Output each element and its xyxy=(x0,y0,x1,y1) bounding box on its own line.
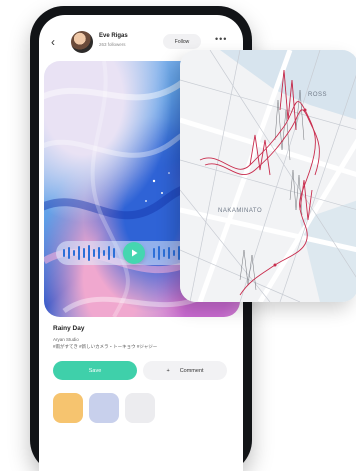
play-icon xyxy=(132,249,138,257)
comment-label: Comment xyxy=(179,367,204,374)
thumbnail-yellow[interactable] xyxy=(53,393,83,423)
chevron-left-icon[interactable]: ‹ xyxy=(51,35,55,49)
author-subtitle: 263 followers xyxy=(99,42,126,47)
plus-icon: + xyxy=(166,367,170,374)
map-canvas[interactable] xyxy=(180,50,356,302)
save-button[interactable]: Save xyxy=(53,361,137,380)
more-horizontal-icon[interactable]: ••• xyxy=(215,34,227,44)
author-name[interactable]: Eve Rigas xyxy=(99,33,128,39)
thumbnail-lavender[interactable] xyxy=(89,393,119,423)
comment-button[interactable]: + Comment xyxy=(143,361,227,380)
track-title: Rainy Day xyxy=(53,325,85,332)
map-card[interactable]: ROSS NAKAMINATO xyxy=(180,50,356,302)
play-button[interactable] xyxy=(123,242,145,264)
stage: ‹ Eve Rigas 263 followers Follow ••• Rai… xyxy=(0,0,356,471)
thumbnail-gray[interactable] xyxy=(125,393,155,423)
track-tags[interactable]: #雨がすてき #新しいカメラ・トーキョウ #ジャジー xyxy=(53,344,157,350)
map-label-1: ROSS xyxy=(308,92,328,98)
avatar[interactable] xyxy=(71,31,93,53)
track-artist[interactable]: Aryan Studio xyxy=(53,337,79,342)
follow-button[interactable]: Follow xyxy=(163,34,201,49)
map-label-2: NAKAMINATO xyxy=(218,208,263,214)
audio-player[interactable] xyxy=(56,241,196,265)
